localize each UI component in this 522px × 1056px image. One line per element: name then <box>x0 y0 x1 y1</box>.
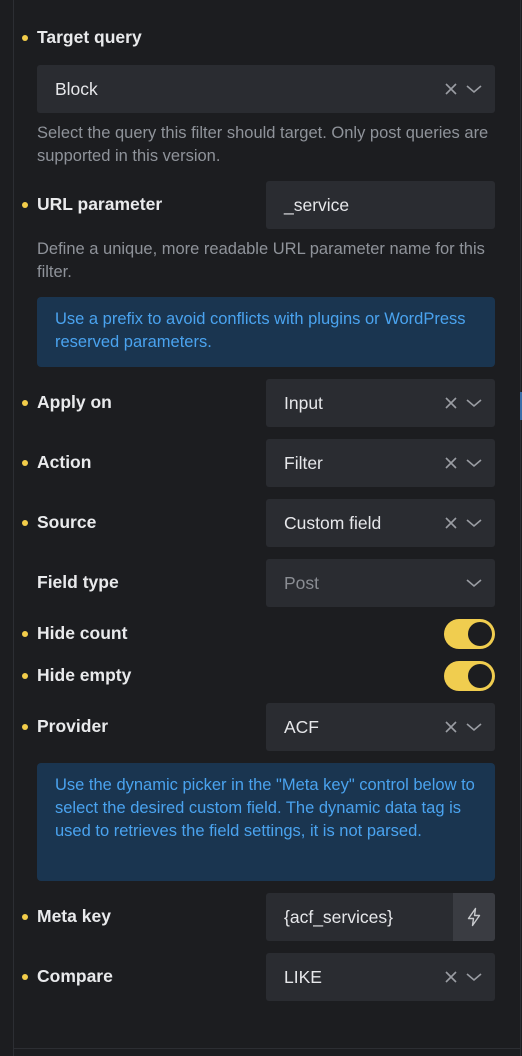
required-dot <box>22 974 28 980</box>
target-query-value: Block <box>55 78 98 99</box>
url-parameter-help: Define a unique, more readable URL param… <box>37 240 485 281</box>
chevron-down-icon[interactable] <box>466 458 482 468</box>
url-parameter-value: _service <box>284 194 350 215</box>
chevron-down-icon[interactable] <box>466 972 482 982</box>
required-dot <box>22 460 28 466</box>
hide-empty-label: Hide empty <box>37 665 132 685</box>
hide-empty-toggle[interactable] <box>444 661 495 691</box>
provider-label: Provider <box>37 716 108 736</box>
field-type-select[interactable]: Post <box>266 559 495 607</box>
target-query-label: Target query <box>37 27 142 47</box>
hide-count-label: Hide count <box>37 623 128 643</box>
url-parameter-label: URL parameter <box>37 194 163 214</box>
url-parameter-info-box: Use a prefix to avoid conflicts with plu… <box>37 297 495 367</box>
provider-value: ACF <box>284 716 319 737</box>
action-label: Action <box>37 452 92 472</box>
clear-icon[interactable] <box>444 970 458 984</box>
panel-bottom-border <box>13 1048 521 1049</box>
dynamic-data-button[interactable] <box>453 893 495 941</box>
compare-value: LIKE <box>284 966 322 987</box>
apply-on-select[interactable]: Input <box>266 379 495 427</box>
clear-icon[interactable] <box>444 720 458 734</box>
panel-right-border <box>520 0 521 1056</box>
url-parameter-input[interactable]: _service <box>266 181 495 229</box>
target-query-help: Select the query this filter should targ… <box>37 124 489 165</box>
compare-label: Compare <box>37 966 113 986</box>
action-value: Filter <box>284 452 323 473</box>
provider-select[interactable]: ACF <box>266 703 495 751</box>
chevron-down-icon[interactable] <box>466 518 482 528</box>
required-dot <box>22 520 28 526</box>
required-dot <box>22 631 28 637</box>
chevron-down-icon[interactable] <box>466 398 482 408</box>
apply-on-value: Input <box>284 392 323 413</box>
clear-icon[interactable] <box>444 516 458 530</box>
source-value: Custom field <box>284 512 382 533</box>
apply-on-label: Apply on <box>37 392 112 412</box>
provider-info-box: Use the dynamic picker in the "Meta key"… <box>37 763 495 881</box>
field-type-placeholder: Post <box>284 572 320 593</box>
required-dot <box>22 35 28 41</box>
meta-key-value: {acf_services} <box>284 906 393 927</box>
field-type-label: Field type <box>37 572 119 592</box>
toggle-knob <box>468 664 492 688</box>
target-query-select[interactable]: Block <box>37 65 495 113</box>
clear-icon[interactable] <box>444 396 458 410</box>
chevron-down-icon[interactable] <box>466 722 482 732</box>
panel-left-border <box>13 0 14 1056</box>
hide-count-toggle[interactable] <box>444 619 495 649</box>
chevron-down-icon[interactable] <box>466 578 482 588</box>
meta-key-label: Meta key <box>37 906 111 926</box>
bolt-icon <box>467 907 481 927</box>
toggle-knob <box>468 622 492 646</box>
action-select[interactable]: Filter <box>266 439 495 487</box>
required-dot <box>22 400 28 406</box>
clear-icon[interactable] <box>444 456 458 470</box>
source-label: Source <box>37 512 97 532</box>
required-dot <box>22 914 28 920</box>
required-dot <box>22 202 28 208</box>
compare-select[interactable]: LIKE <box>266 953 495 1001</box>
meta-key-input[interactable]: {acf_services} <box>266 893 495 941</box>
required-dot <box>22 673 28 679</box>
required-dot <box>22 724 28 730</box>
chevron-down-icon[interactable] <box>466 84 482 94</box>
source-select[interactable]: Custom field <box>266 499 495 547</box>
clear-icon[interactable] <box>444 82 458 96</box>
